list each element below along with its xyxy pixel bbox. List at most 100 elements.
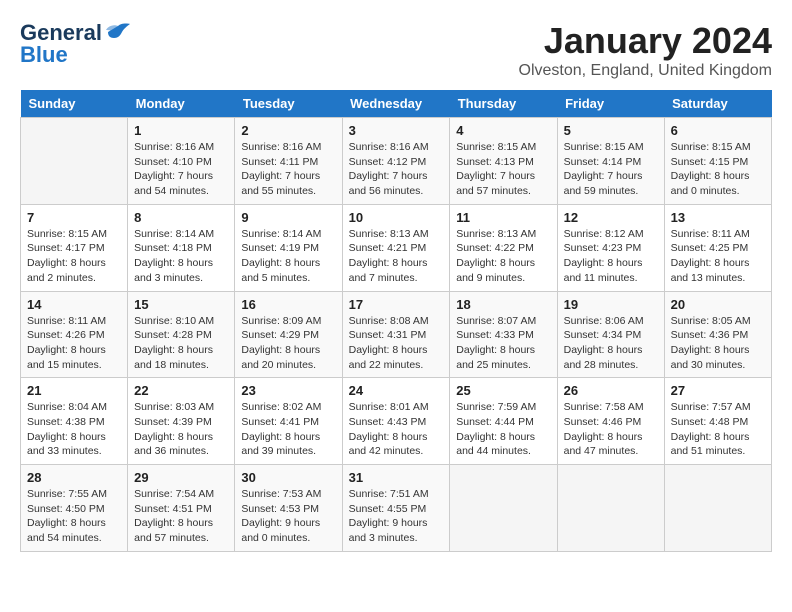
calendar-cell: 3 Sunrise: 8:16 AM Sunset: 4:12 PM Dayli… (342, 118, 450, 205)
calendar-cell: 18 Sunrise: 8:07 AM Sunset: 4:33 PM Dayl… (450, 291, 557, 378)
day-info: Sunrise: 8:13 AM Sunset: 4:21 PM Dayligh… (349, 227, 444, 286)
day-info: Sunrise: 8:14 AM Sunset: 4:18 PM Dayligh… (134, 227, 228, 286)
day-number: 12 (564, 210, 658, 225)
calendar-cell: 7 Sunrise: 8:15 AM Sunset: 4:17 PM Dayli… (21, 204, 128, 291)
calendar-cell (21, 118, 128, 205)
calendar-table: SundayMondayTuesdayWednesdayThursdayFrid… (20, 90, 772, 552)
calendar-cell: 30 Sunrise: 7:53 AM Sunset: 4:53 PM Dayl… (235, 465, 342, 552)
day-number: 4 (456, 123, 550, 138)
calendar-cell: 1 Sunrise: 8:16 AM Sunset: 4:10 PM Dayli… (128, 118, 235, 205)
day-number: 11 (456, 210, 550, 225)
weekday-header-wednesday: Wednesday (342, 90, 450, 118)
sunrise-text: Sunrise: 8:01 AM (349, 401, 429, 413)
daylight-text: Daylight: 7 hours and 54 minutes. (134, 170, 213, 197)
calendar-cell: 19 Sunrise: 8:06 AM Sunset: 4:34 PM Dayl… (557, 291, 664, 378)
day-number: 16 (241, 297, 335, 312)
day-number: 6 (671, 123, 765, 138)
sunrise-text: Sunrise: 7:55 AM (27, 488, 107, 500)
day-info: Sunrise: 7:57 AM Sunset: 4:48 PM Dayligh… (671, 400, 765, 459)
calendar-cell: 23 Sunrise: 8:02 AM Sunset: 4:41 PM Dayl… (235, 378, 342, 465)
sunrise-text: Sunrise: 8:09 AM (241, 315, 321, 327)
sunrise-text: Sunrise: 8:14 AM (134, 228, 214, 240)
sunrise-text: Sunrise: 8:08 AM (349, 315, 429, 327)
sunrise-text: Sunrise: 8:16 AM (134, 141, 214, 153)
day-number: 10 (349, 210, 444, 225)
day-info: Sunrise: 8:04 AM Sunset: 4:38 PM Dayligh… (27, 400, 121, 459)
calendar-cell (557, 465, 664, 552)
sunrise-text: Sunrise: 8:15 AM (671, 141, 751, 153)
daylight-text: Daylight: 8 hours and 36 minutes. (134, 431, 213, 458)
day-info: Sunrise: 8:11 AM Sunset: 4:26 PM Dayligh… (27, 314, 121, 373)
calendar-cell: 15 Sunrise: 8:10 AM Sunset: 4:28 PM Dayl… (128, 291, 235, 378)
calendar-cell: 29 Sunrise: 7:54 AM Sunset: 4:51 PM Dayl… (128, 465, 235, 552)
daylight-text: Daylight: 8 hours and 28 minutes. (564, 344, 643, 371)
sunset-text: Sunset: 4:43 PM (349, 416, 427, 428)
sunset-text: Sunset: 4:22 PM (456, 242, 534, 254)
day-number: 14 (27, 297, 121, 312)
day-number: 2 (241, 123, 335, 138)
day-number: 20 (671, 297, 765, 312)
day-number: 17 (349, 297, 444, 312)
sunset-text: Sunset: 4:44 PM (456, 416, 534, 428)
day-number: 28 (27, 470, 121, 485)
daylight-text: Daylight: 8 hours and 7 minutes. (349, 257, 428, 284)
day-info: Sunrise: 8:01 AM Sunset: 4:43 PM Dayligh… (349, 400, 444, 459)
day-info: Sunrise: 8:16 AM Sunset: 4:11 PM Dayligh… (241, 140, 335, 199)
sunset-text: Sunset: 4:51 PM (134, 503, 212, 515)
daylight-text: Daylight: 8 hours and 20 minutes. (241, 344, 320, 371)
sunrise-text: Sunrise: 8:13 AM (456, 228, 536, 240)
daylight-text: Daylight: 9 hours and 0 minutes. (241, 517, 320, 544)
day-number: 13 (671, 210, 765, 225)
daylight-text: Daylight: 7 hours and 56 minutes. (349, 170, 428, 197)
sunrise-text: Sunrise: 7:51 AM (349, 488, 429, 500)
weekday-header-monday: Monday (128, 90, 235, 118)
day-number: 15 (134, 297, 228, 312)
day-number: 1 (134, 123, 228, 138)
logo-blue: Blue (20, 42, 68, 68)
weekday-header-sunday: Sunday (21, 90, 128, 118)
location-subtitle: Olveston, England, United Kingdom (519, 62, 772, 80)
sunset-text: Sunset: 4:29 PM (241, 329, 319, 341)
day-number: 30 (241, 470, 335, 485)
day-number: 23 (241, 383, 335, 398)
daylight-text: Daylight: 8 hours and 30 minutes. (671, 344, 750, 371)
sunset-text: Sunset: 4:25 PM (671, 242, 749, 254)
day-info: Sunrise: 8:15 AM Sunset: 4:15 PM Dayligh… (671, 140, 765, 199)
sunset-text: Sunset: 4:34 PM (564, 329, 642, 341)
day-info: Sunrise: 8:07 AM Sunset: 4:33 PM Dayligh… (456, 314, 550, 373)
day-info: Sunrise: 7:58 AM Sunset: 4:46 PM Dayligh… (564, 400, 658, 459)
sunrise-text: Sunrise: 7:54 AM (134, 488, 214, 500)
day-number: 21 (27, 383, 121, 398)
sunrise-text: Sunrise: 8:12 AM (564, 228, 644, 240)
day-info: Sunrise: 8:15 AM Sunset: 4:14 PM Dayligh… (564, 140, 658, 199)
calendar-week-row: 14 Sunrise: 8:11 AM Sunset: 4:26 PM Dayl… (21, 291, 772, 378)
calendar-cell: 13 Sunrise: 8:11 AM Sunset: 4:25 PM Dayl… (664, 204, 771, 291)
day-number: 26 (564, 383, 658, 398)
calendar-cell: 2 Sunrise: 8:16 AM Sunset: 4:11 PM Dayli… (235, 118, 342, 205)
sunset-text: Sunset: 4:39 PM (134, 416, 212, 428)
day-number: 27 (671, 383, 765, 398)
sunset-text: Sunset: 4:38 PM (27, 416, 105, 428)
day-number: 19 (564, 297, 658, 312)
sunset-text: Sunset: 4:11 PM (241, 156, 318, 168)
calendar-cell: 12 Sunrise: 8:12 AM Sunset: 4:23 PM Dayl… (557, 204, 664, 291)
sunrise-text: Sunrise: 8:04 AM (27, 401, 107, 413)
daylight-text: Daylight: 8 hours and 11 minutes. (564, 257, 643, 284)
day-number: 18 (456, 297, 550, 312)
day-number: 5 (564, 123, 658, 138)
calendar-cell: 28 Sunrise: 7:55 AM Sunset: 4:50 PM Dayl… (21, 465, 128, 552)
weekday-header-thursday: Thursday (450, 90, 557, 118)
day-info: Sunrise: 7:54 AM Sunset: 4:51 PM Dayligh… (134, 487, 228, 546)
sunset-text: Sunset: 4:46 PM (564, 416, 642, 428)
sunrise-text: Sunrise: 8:02 AM (241, 401, 321, 413)
day-number: 24 (349, 383, 444, 398)
day-info: Sunrise: 8:06 AM Sunset: 4:34 PM Dayligh… (564, 314, 658, 373)
calendar-cell: 9 Sunrise: 8:14 AM Sunset: 4:19 PM Dayli… (235, 204, 342, 291)
calendar-cell: 5 Sunrise: 8:15 AM Sunset: 4:14 PM Dayli… (557, 118, 664, 205)
day-info: Sunrise: 8:05 AM Sunset: 4:36 PM Dayligh… (671, 314, 765, 373)
calendar-cell: 27 Sunrise: 7:57 AM Sunset: 4:48 PM Dayl… (664, 378, 771, 465)
page-header: General Blue January 2024 Olveston, Engl… (20, 20, 772, 80)
sunrise-text: Sunrise: 8:10 AM (134, 315, 214, 327)
sunset-text: Sunset: 4:31 PM (349, 329, 427, 341)
sunset-text: Sunset: 4:28 PM (134, 329, 212, 341)
